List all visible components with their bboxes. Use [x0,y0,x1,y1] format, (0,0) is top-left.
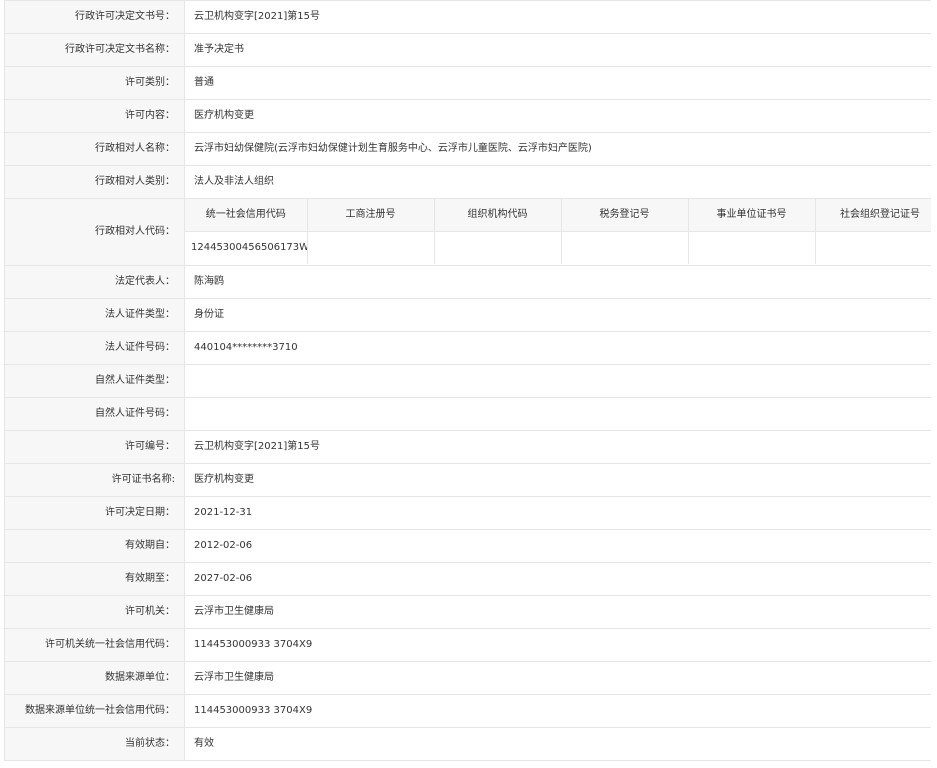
label-certificate-name: 许可证书名称: [5,464,185,496]
value-certificate-name: 医疗机构变更 [194,474,254,485]
value-org-code [434,231,562,264]
row-valid-from: 有效期自： 2012-02-06 [5,530,931,563]
label-status: 当前状态： [5,728,185,760]
label-counterpart-type: 行政相对人类别： [5,166,185,198]
label-authority: 许可机关： [5,596,185,628]
label-natural-person-id-no: 自然人证件号码： [5,398,185,430]
row-valid-to: 有效期至： 2027-02-06 [5,563,931,596]
header-org-code: 组织机构代码 [434,199,562,232]
header-institution-cert-no: 事业单位证书号 [688,199,816,232]
row-authority-credit-code: 许可机关统一社会信用代码： 114453000933 3704X9 [5,629,931,662]
label-legal-rep-id-no: 法人证件号码： [5,332,185,364]
value-valid-to: 2027-02-06 [194,573,253,584]
value-data-source: 云浮市卫生健康局 [194,672,274,683]
value-decision-doc-no: 云卫机构变字[2021]第15号 [194,11,320,22]
row-license-content: 许可内容： 医疗机构变更 [5,100,931,133]
row-license-no: 许可编号： 云卫机构变字[2021]第15号 [5,431,931,464]
value-natural-person-id-type [185,365,931,397]
row-natural-person-id-type: 自然人证件类型： [5,365,931,398]
label-decision-doc-no: 行政许可决定文书号： [5,1,185,33]
code-header-row: 统一社会信用代码 工商注册号 组织机构代码 税务登记号 事业单位证书号 社会组织… [185,199,931,232]
row-decision-doc-no: 行政许可决定文书号： 云卫机构变字[2021]第15号 [5,1,931,34]
label-natural-person-id-type: 自然人证件类型： [5,365,185,397]
row-counterpart-code: 行政相对人代码： 统一社会信用代码 工商注册号 组织机构代码 税务登记号 事业单… [5,199,931,266]
label-data-source-credit-code: 数据来源单位统一社会信用代码： [5,695,185,727]
row-authority: 许可机关： 云浮市卫生健康局 [5,596,931,629]
label-valid-from: 有效期自： [5,530,185,562]
row-natural-person-id-no: 自然人证件号码： [5,398,931,431]
value-license-content: 医疗机构变更 [194,110,254,121]
header-tax-reg-no: 税务登记号 [561,199,689,232]
value-tax-reg-no [561,231,689,264]
value-social-org-reg-no [815,231,931,264]
value-authority-credit-code: 114453000933 3704X9 [194,639,313,650]
row-decision-doc-name: 行政许可决定文书名称： 准予决定书 [5,34,931,67]
label-decision-date: 许可决定日期： [5,497,185,529]
value-valid-from: 2012-02-06 [194,540,253,551]
label-license-category: 许可类别： [5,67,185,99]
label-license-no: 许可编号： [5,431,185,463]
value-license-no: 云卫机构变字[2021]第15号 [194,441,320,452]
value-institution-cert-no [688,231,816,264]
code-value-row: 12445300456506173W [185,231,931,264]
value-status: 有效 [194,738,214,749]
row-certificate-name: 许可证书名称: 医疗机构变更 [5,464,931,497]
label-legal-rep-id-type: 法人证件类型： [5,299,185,331]
label-counterpart-name: 行政相对人名称： [5,133,185,165]
row-data-source-credit-code: 数据来源单位统一社会信用代码： 114453000933 3704X9 [5,695,931,728]
row-status: 当前状态： 有效 [5,728,931,761]
label-authority-credit-code: 许可机关统一社会信用代码： [5,629,185,661]
row-data-source: 数据来源单位： 云浮市卫生健康局 [5,662,931,695]
row-legal-rep-id-type: 法人证件类型： 身份证 [5,299,931,332]
label-data-source: 数据来源单位： [5,662,185,694]
row-counterpart-type: 行政相对人类别： 法人及非法人组织 [5,166,931,199]
label-legal-rep: 法定代表人： [5,266,185,298]
row-counterpart-name: 行政相对人名称： 云浮市妇幼保健院(云浮市妇幼保健计划生育服务中心、云浮市儿童医… [5,133,931,166]
value-counterpart-type: 法人及非法人组织 [194,176,274,187]
value-legal-rep-id-type: 身份证 [194,309,224,320]
counterpart-code-table: 统一社会信用代码 工商注册号 组织机构代码 税务登记号 事业单位证书号 社会组织… [185,199,931,264]
value-data-source-credit-code: 114453000933 3704X9 [194,705,313,716]
row-legal-rep-id-no: 法人证件号码： 440104********3710 [5,332,931,365]
value-natural-person-id-no [185,398,931,430]
label-counterpart-code: 行政相对人代码： [5,199,185,265]
header-social-org-reg-no: 社会组织登记证号 [815,199,931,232]
label-valid-to: 有效期至： [5,563,185,595]
value-license-category: 普通 [194,77,214,88]
value-legal-rep: 陈海鸥 [194,276,224,287]
value-counterpart-name: 云浮市妇幼保健院(云浮市妇幼保健计划生育服务中心、云浮市儿童医院、云浮市妇产医院… [194,143,592,154]
row-license-category: 许可类别： 普通 [5,67,931,100]
row-decision-date: 许可决定日期： 2021-12-31 [5,497,931,530]
header-business-reg-no: 工商注册号 [307,199,435,232]
header-unified-credit-code: 统一社会信用代码 [185,199,308,232]
row-legal-rep: 法定代表人： 陈海鸥 [5,266,931,299]
value-legal-rep-id-no: 440104********3710 [194,342,298,353]
value-business-reg-no [307,231,435,264]
license-detail-table: 行政许可决定文书号： 云卫机构变字[2021]第15号 行政许可决定文书名称： … [4,0,931,761]
value-unified-credit-code: 12445300456506173W [185,231,308,264]
value-authority: 云浮市卫生健康局 [194,606,274,617]
counterpart-code-cell: 统一社会信用代码 工商注册号 组织机构代码 税务登记号 事业单位证书号 社会组织… [185,199,931,265]
value-decision-date: 2021-12-31 [194,507,253,518]
label-license-content: 许可内容： [5,100,185,132]
label-decision-doc-name: 行政许可决定文书名称： [5,34,185,66]
value-decision-doc-name: 准予决定书 [194,44,244,55]
